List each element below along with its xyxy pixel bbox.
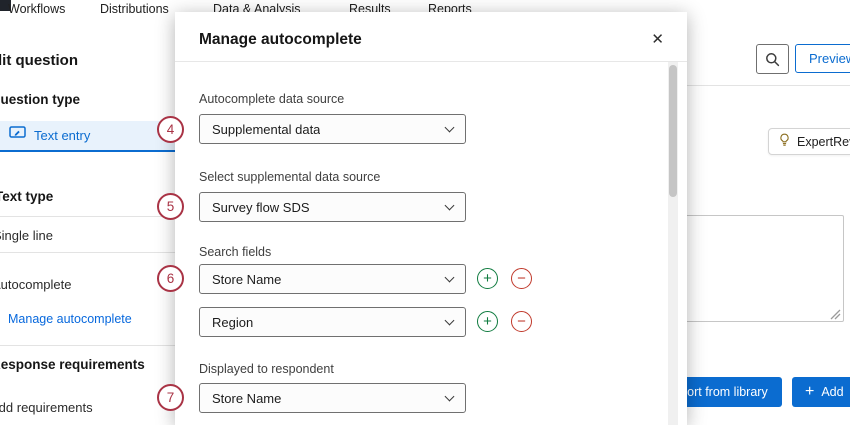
text-entry-icon bbox=[9, 126, 26, 145]
step-badge-5: 5 bbox=[157, 193, 184, 220]
chevron-down-icon bbox=[445, 123, 455, 133]
supplemental-source-select[interactable]: Survey flow SDS bbox=[199, 192, 466, 222]
select-value: Region bbox=[212, 315, 253, 330]
expert-review-button[interactable]: ExpertReview bbox=[768, 128, 850, 155]
search-field-select-1[interactable]: Store Name bbox=[199, 264, 466, 294]
response-requirements-heading: Response requirements bbox=[0, 357, 145, 372]
resize-grip-icon[interactable] bbox=[829, 307, 841, 319]
divider bbox=[0, 216, 175, 217]
plus-icon: + bbox=[805, 384, 814, 400]
chevron-down-icon bbox=[445, 316, 455, 326]
modal-scrollbar-thumb[interactable] bbox=[669, 65, 677, 197]
dialog-title: Manage autocomplete bbox=[199, 31, 362, 49]
page-title: Edit question bbox=[0, 52, 78, 69]
autocomplete-data-source-select[interactable]: Supplemental data bbox=[199, 114, 466, 144]
select-value: Supplemental data bbox=[212, 122, 320, 137]
chevron-down-icon bbox=[445, 392, 455, 402]
add-button-label: Add bbox=[821, 385, 843, 399]
toolbar-divider bbox=[687, 85, 850, 86]
question-type-heading: Question type bbox=[0, 92, 80, 107]
manage-autocomplete-dialog: Manage autocomplete ✕ Autocomplete data … bbox=[175, 12, 687, 425]
divider bbox=[0, 252, 175, 253]
add-search-field-button[interactable]: + bbox=[477, 268, 498, 289]
displayed-to-respondent-select[interactable]: Store Name bbox=[199, 383, 466, 413]
manage-autocomplete-link[interactable]: Manage autocomplete bbox=[8, 312, 132, 326]
screen: Workflows Distributions Data & Analysis … bbox=[0, 0, 850, 425]
preview-button[interactable]: Preview bbox=[795, 44, 850, 73]
search-icon bbox=[765, 52, 780, 67]
close-icon[interactable]: ✕ bbox=[649, 28, 666, 50]
step-badge-4: 4 bbox=[157, 116, 184, 143]
select-value: Store Name bbox=[212, 391, 281, 406]
question-type-selector[interactable]: Text entry bbox=[0, 121, 175, 152]
select-value: Survey flow SDS bbox=[212, 200, 310, 215]
remove-search-field-button[interactable]: − bbox=[511, 268, 532, 289]
chevron-down-icon bbox=[445, 273, 455, 283]
lightbulb-icon bbox=[778, 133, 791, 150]
chevron-down-icon bbox=[445, 201, 455, 211]
divider bbox=[0, 345, 175, 346]
search-button[interactable] bbox=[756, 44, 789, 74]
add-requirements-option[interactable]: Add requirements bbox=[0, 400, 93, 415]
remove-search-field-button[interactable]: − bbox=[511, 311, 532, 332]
option-autocomplete[interactable]: Autocomplete bbox=[0, 277, 72, 292]
nav-item-workflows[interactable]: Workflows bbox=[8, 2, 65, 16]
option-single-line[interactable]: Single line bbox=[0, 228, 53, 243]
add-search-field-button[interactable]: + bbox=[477, 311, 498, 332]
search-field-select-2[interactable]: Region bbox=[199, 307, 466, 337]
displayed-to-respondent-label: Displayed to respondent bbox=[199, 362, 334, 376]
supplemental-source-label: Select supplemental data source bbox=[199, 170, 380, 184]
selected-question-type-label: Text entry bbox=[34, 128, 90, 143]
autocomplete-data-source-label: Autocomplete data source bbox=[199, 92, 344, 106]
text-type-heading: Text type bbox=[0, 189, 53, 204]
dialog-header-divider bbox=[175, 61, 687, 62]
select-value: Store Name bbox=[212, 272, 281, 287]
expert-review-label: ExpertReview bbox=[797, 135, 850, 149]
add-button[interactable]: + Add bbox=[792, 377, 850, 407]
search-fields-label: Search fields bbox=[199, 245, 271, 259]
step-badge-7: 7 bbox=[157, 384, 184, 411]
step-badge-6: 6 bbox=[157, 265, 184, 292]
nav-item-distributions[interactable]: Distributions bbox=[100, 2, 169, 16]
